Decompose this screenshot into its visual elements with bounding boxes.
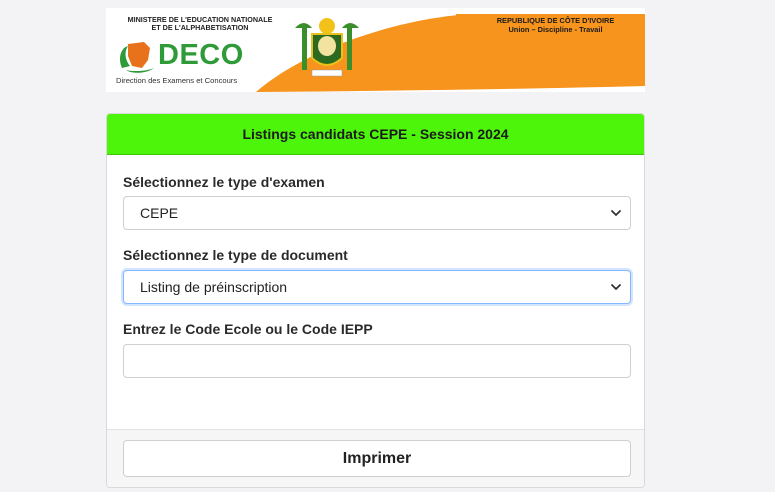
chevron-down-icon bbox=[611, 284, 621, 290]
print-button[interactable]: Imprimer bbox=[123, 440, 631, 477]
exam-type-value: CEPE bbox=[140, 205, 179, 221]
doc-type-label: Sélectionnez le type de document bbox=[123, 247, 348, 263]
card-footer: Imprimer bbox=[107, 429, 644, 487]
listing-form-card: Listings candidats CEPE - Session 2024 S… bbox=[106, 113, 645, 488]
code-input[interactable] bbox=[123, 344, 631, 378]
republic-name: REPUBLIQUE DE CÔTE D'IVOIRE Union – Disc… bbox=[496, 16, 615, 34]
ministry-name: MINISTERE DE L'EDUCATION NATIONALE ET DE… bbox=[127, 15, 273, 32]
doc-type-select[interactable]: Listing de préinscription bbox=[123, 270, 631, 304]
national-emblem-icon bbox=[295, 18, 359, 77]
deco-subtitle: Direction des Examens et Concours bbox=[116, 76, 238, 85]
form-title: Listings candidats CEPE - Session 2024 bbox=[107, 114, 644, 155]
chevron-down-icon bbox=[611, 210, 621, 216]
map-logo-icon bbox=[120, 42, 154, 73]
deco-logo-text: DECO bbox=[158, 39, 244, 71]
doc-type-value: Listing de préinscription bbox=[140, 279, 288, 295]
code-label: Entrez le Code Ecole ou le Code IEPP bbox=[123, 321, 373, 337]
header-banner: MINISTERE DE L'EDUCATION NATIONALE ET DE… bbox=[106, 8, 645, 92]
exam-type-label: Sélectionnez le type d'examen bbox=[123, 174, 325, 190]
exam-type-select[interactable]: CEPE bbox=[123, 196, 631, 230]
